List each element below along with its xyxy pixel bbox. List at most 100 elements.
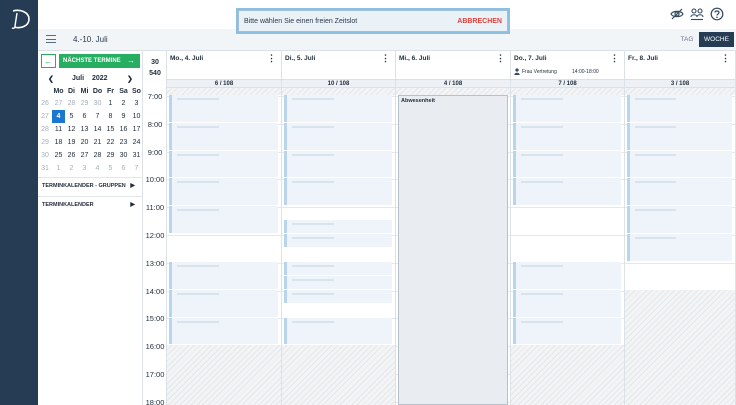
appointment-slot[interactable]	[284, 220, 392, 233]
absence-block[interactable]: Abwesenheit	[398, 95, 508, 405]
appointment-slot[interactable]	[284, 95, 392, 122]
calendar-day[interactable]: 8	[104, 110, 117, 123]
day-name[interactable]: Fr., 8. Juli	[628, 55, 658, 62]
appointment-slot[interactable]	[284, 290, 392, 303]
calendar-day[interactable]: 12	[65, 123, 78, 136]
more-vert-icon[interactable]: ⋮	[267, 53, 276, 64]
calendar-day[interactable]: 28	[91, 149, 104, 162]
appointment-slot[interactable]	[169, 123, 278, 150]
calendar-day[interactable]: 16	[117, 123, 130, 136]
calendar-day[interactable]: 27	[52, 97, 65, 110]
appointment-slot[interactable]	[169, 318, 278, 344]
view-day-button[interactable]: TAG	[675, 32, 699, 47]
prev-month-icon[interactable]: ❮	[48, 75, 54, 83]
calendar-day[interactable]: 22	[104, 136, 117, 149]
calendar-day[interactable]: 31	[130, 149, 143, 162]
appointment-slot[interactable]	[169, 206, 278, 233]
day-timeline[interactable]	[625, 88, 735, 405]
day-timeline[interactable]	[282, 88, 395, 405]
calendar-day[interactable]: 5	[65, 110, 78, 123]
more-vert-icon[interactable]: ⋮	[721, 53, 730, 64]
appointment-slot[interactable]	[169, 151, 278, 177]
calendar-month[interactable]: Juli	[72, 75, 84, 82]
calendar-day[interactable]: 10	[130, 110, 143, 123]
calendar-day[interactable]: 3	[130, 97, 143, 110]
back-button[interactable]: ←	[41, 54, 56, 68]
next-appointments-button[interactable]: NÄCHSTE TERMINE →	[59, 54, 140, 68]
calendar-day[interactable]: 4	[91, 162, 104, 175]
calendar-day[interactable]: 28	[65, 97, 78, 110]
section-terminkalender[interactable]: TERMINKALENDER ▶	[38, 196, 142, 212]
more-vert-icon[interactable]: ⋮	[381, 53, 390, 64]
appointment-slot[interactable]	[627, 178, 732, 205]
calendar-day[interactable]: 1	[104, 97, 117, 110]
appointment-slot[interactable]	[284, 178, 392, 205]
calendar-day[interactable]: 21	[91, 136, 104, 149]
day-name[interactable]: Di., 5. Juli	[285, 55, 315, 62]
appointment-slot[interactable]	[284, 234, 392, 247]
calendar-day[interactable]: 19	[65, 136, 78, 149]
calendar-day[interactable]: 1	[52, 162, 65, 175]
calendar-day[interactable]: 25	[52, 149, 65, 162]
calendar-day[interactable]: 6	[78, 110, 91, 123]
calendar-day[interactable]: 29	[78, 97, 91, 110]
appointment-slot[interactable]	[513, 95, 621, 122]
appointment-slot[interactable]	[284, 276, 392, 289]
appointment-slot[interactable]	[284, 262, 392, 275]
calendar-day[interactable]: 30	[117, 149, 130, 162]
appointment-slot[interactable]	[169, 178, 278, 205]
eye-off-icon[interactable]	[670, 7, 684, 21]
help-icon[interactable]	[710, 7, 724, 21]
calendar-day[interactable]: 7	[91, 110, 104, 123]
calendar-day[interactable]: 18	[52, 136, 65, 149]
more-vert-icon[interactable]: ⋮	[610, 53, 619, 64]
calendar-day[interactable]: 23	[117, 136, 130, 149]
appointment-slot[interactable]	[513, 178, 621, 205]
calendar-day[interactable]: 15	[104, 123, 117, 136]
next-month-icon[interactable]: ❯	[127, 75, 133, 83]
appointment-slot[interactable]	[627, 234, 732, 261]
cancel-button[interactable]: ABBRECHEN	[457, 18, 502, 25]
calendar-day[interactable]: 11	[52, 123, 65, 136]
day-timeline[interactable]: Abwesenheit	[396, 88, 510, 405]
day-name[interactable]: Mi., 6. Juli	[399, 55, 430, 62]
calendar-day[interactable]: 2	[65, 162, 78, 175]
calendar-year[interactable]: 2022	[92, 75, 108, 82]
appointment-slot[interactable]	[284, 151, 392, 177]
section-terminkalender-gruppen[interactable]: TERMINKALENDER - GRUPPEN ▶	[38, 177, 142, 193]
calendar-day[interactable]: 9	[117, 110, 130, 123]
calendar-day[interactable]: 7	[130, 162, 143, 175]
hamburger-icon[interactable]	[46, 35, 56, 43]
view-week-button[interactable]: WOCHE	[699, 32, 734, 47]
calendar-day[interactable]: 6	[117, 162, 130, 175]
people-settings-icon[interactable]	[690, 7, 704, 21]
appointment-slot[interactable]	[284, 318, 392, 344]
calendar-day[interactable]: 27	[78, 149, 91, 162]
appointment-slot[interactable]	[513, 318, 621, 344]
calendar-day[interactable]: 14	[91, 123, 104, 136]
appointment-slot[interactable]	[284, 123, 392, 150]
appointment-slot[interactable]	[627, 123, 732, 150]
calendar-day[interactable]: 17	[130, 123, 143, 136]
logo-d-icon[interactable]	[6, 8, 32, 30]
calendar-day[interactable]: 5	[104, 162, 117, 175]
calendar-day[interactable]: 29	[104, 149, 117, 162]
day-timeline[interactable]	[167, 88, 281, 405]
day-timeline[interactable]	[511, 88, 624, 405]
appointment-slot[interactable]	[513, 151, 621, 177]
appointment-slot[interactable]	[513, 262, 621, 289]
day-name[interactable]: Do., 7. Juli	[514, 55, 547, 62]
calendar-day[interactable]: 30	[91, 97, 104, 110]
appointment-slot[interactable]	[627, 151, 732, 177]
calendar-day[interactable]: 13	[78, 123, 91, 136]
calendar-day[interactable]: 2	[117, 97, 130, 110]
appointment-slot[interactable]	[169, 95, 278, 122]
day-name[interactable]: Mo., 4. Juli	[170, 55, 203, 62]
appointment-slot[interactable]	[513, 123, 621, 150]
calendar-day[interactable]: 26	[65, 149, 78, 162]
more-vert-icon[interactable]: ⋮	[496, 53, 505, 64]
appointment-slot[interactable]	[513, 290, 621, 317]
appointment-slot[interactable]	[627, 206, 732, 233]
calendar-day[interactable]: 24	[130, 136, 143, 149]
calendar-day[interactable]: 20	[78, 136, 91, 149]
